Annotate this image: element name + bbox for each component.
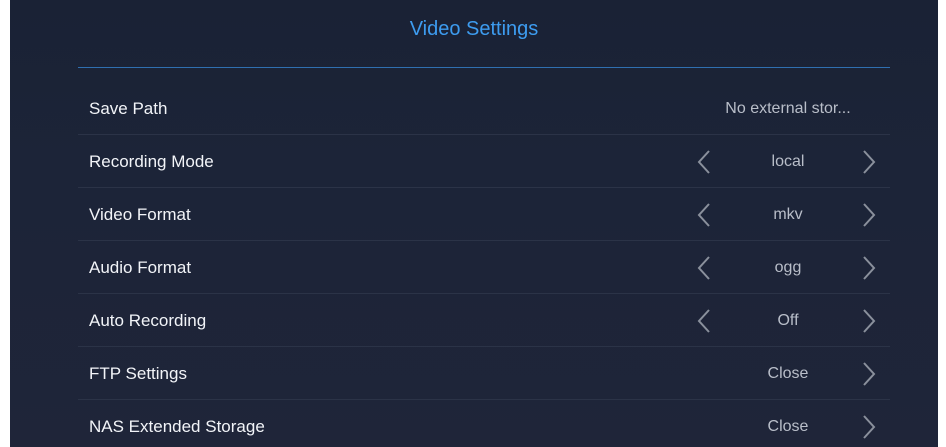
setting-row-audio-format: Audio Format ogg <box>78 241 890 294</box>
chevron-left-icon[interactable] <box>693 149 717 175</box>
setting-label: Recording Mode <box>89 152 214 171</box>
setting-value: Close <box>767 418 809 435</box>
setting-label: Video Format <box>89 205 191 224</box>
chevron-right-icon[interactable] <box>856 255 880 281</box>
setting-row-save-path[interactable]: Save Path No external stor... <box>78 82 890 135</box>
setting-value: ogg <box>774 259 802 276</box>
page-title: Video Settings <box>409 18 539 40</box>
chevron-left-icon[interactable] <box>693 308 717 334</box>
setting-value: local <box>771 153 805 170</box>
setting-value: Off <box>777 312 799 329</box>
setting-row-ftp-settings[interactable]: FTP Settings Close <box>78 347 890 400</box>
chevron-right-icon[interactable] <box>856 308 880 334</box>
chevron-left-icon[interactable] <box>693 255 717 281</box>
setting-row-auto-recording: Auto Recording Off <box>78 294 890 347</box>
setting-label: FTP Settings <box>89 364 187 383</box>
setting-row-recording-mode: Recording Mode local <box>78 135 890 188</box>
video-settings-screen: Video Settings Save Path No external sto… <box>10 0 938 447</box>
setting-row-video-format: Video Format mkv <box>78 188 890 241</box>
setting-row-nas-extended-storage[interactable]: NAS Extended Storage Close <box>78 400 890 447</box>
setting-label: Save Path <box>89 99 168 118</box>
setting-label: Auto Recording <box>89 311 207 330</box>
setting-value: Close <box>767 365 809 382</box>
setting-label: Audio Format <box>89 258 192 277</box>
title-divider <box>78 67 890 68</box>
chevron-right-icon[interactable] <box>856 414 880 440</box>
chevron-right-icon[interactable] <box>856 202 880 228</box>
setting-label: NAS Extended Storage <box>89 417 265 436</box>
chevron-right-icon[interactable] <box>856 149 880 175</box>
chevron-right-icon[interactable] <box>856 361 880 387</box>
setting-value: No external stor... <box>725 100 851 117</box>
chevron-left-icon[interactable] <box>693 202 717 228</box>
setting-value: mkv <box>773 206 803 223</box>
